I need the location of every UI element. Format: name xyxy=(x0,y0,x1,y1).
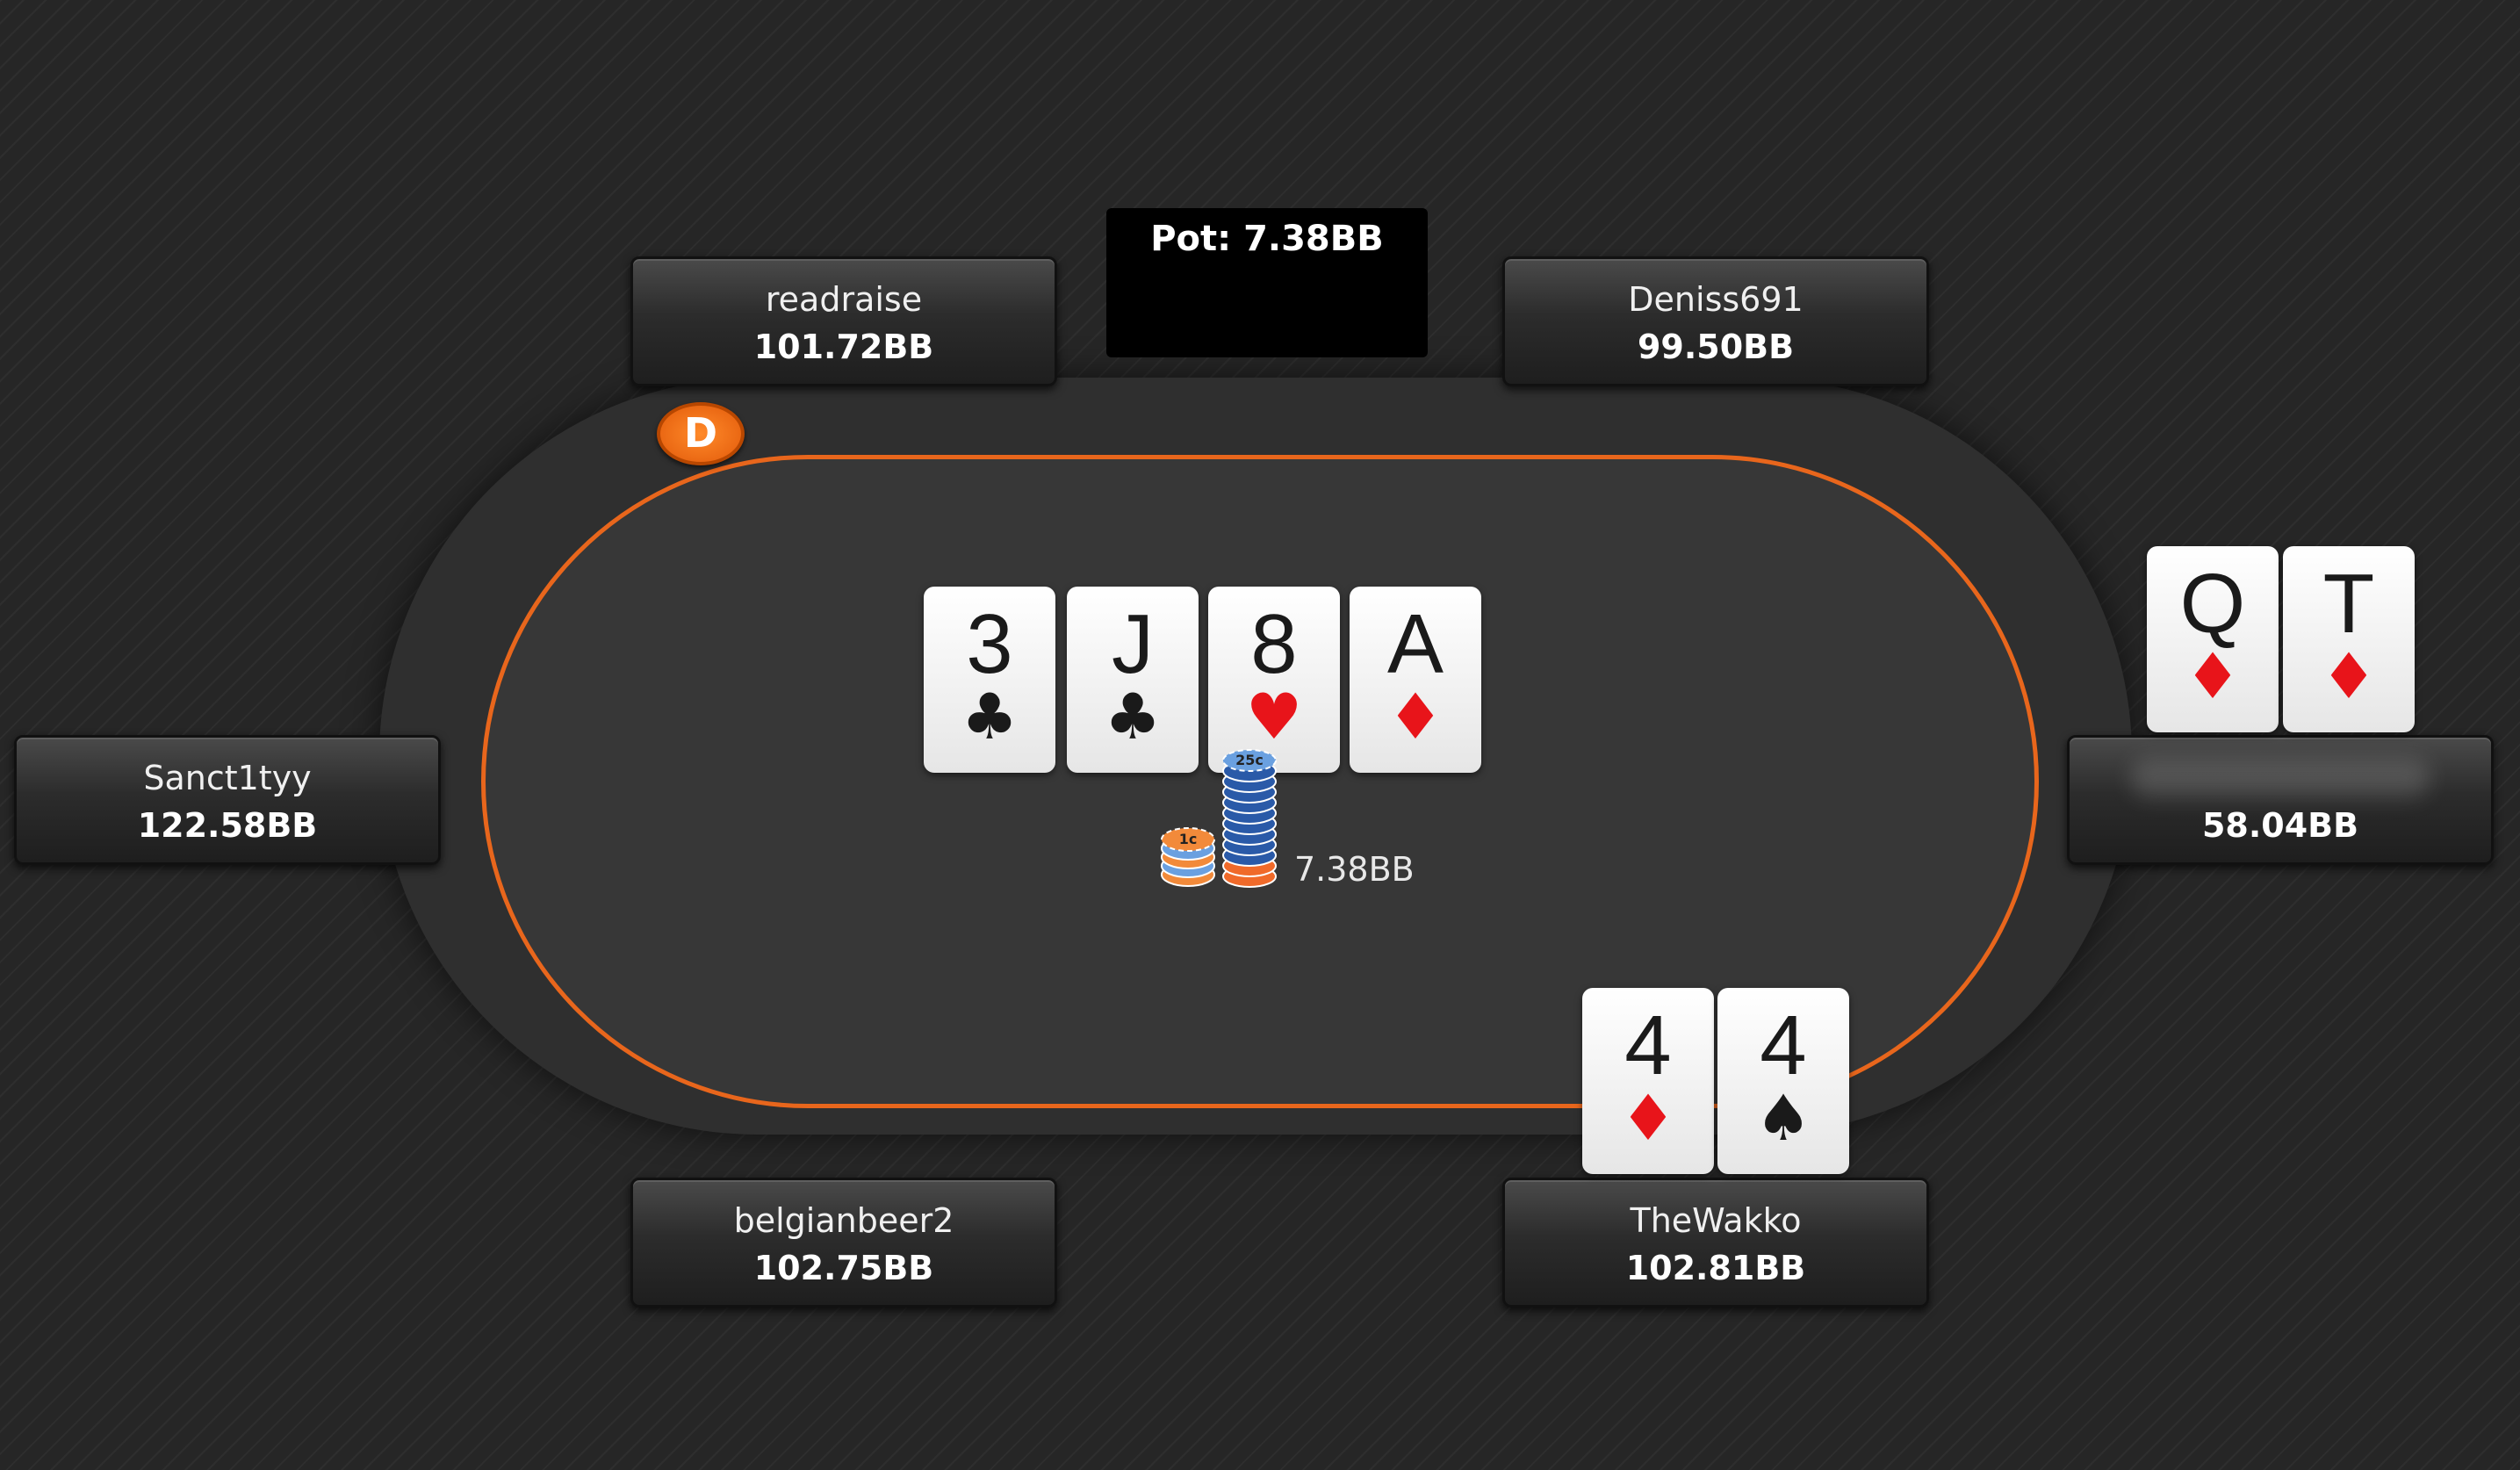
pot-display: Pot: 7.38BB xyxy=(1106,208,1428,357)
player-name: readraise xyxy=(765,280,923,319)
hole-card: 4 ♠ xyxy=(1717,988,1849,1174)
chip-stack-icon: 1c 25c xyxy=(1161,749,1277,888)
player-stack: 102.81BB xyxy=(1625,1249,1806,1287)
diamond-icon: ♦ xyxy=(2184,639,2242,713)
hole-card: 4 ♦ xyxy=(1582,988,1714,1174)
diamond-icon: ♦ xyxy=(1619,1081,1677,1155)
diamond-icon: ♦ xyxy=(1386,680,1444,753)
board-card: 3 ♣ xyxy=(924,587,1055,773)
seat-deniss691[interactable]: Deniss691 99.50BB xyxy=(1502,256,1929,386)
player-name: belgianbeer2 xyxy=(733,1201,954,1240)
dealer-button: D xyxy=(657,402,745,465)
seat-readraise[interactable]: readraise 101.72BB xyxy=(630,256,1057,386)
seat-sanct1tyy[interactable]: Sanct1tyy 122.58BB xyxy=(14,735,441,865)
player-stack: 102.75BB xyxy=(753,1249,934,1287)
chip-label: 1c xyxy=(1179,831,1198,847)
seat-belgianbeer2[interactable]: belgianbeer2 102.75BB xyxy=(630,1178,1057,1308)
card-rank: Q xyxy=(2179,557,2246,651)
diamond-icon: ♦ xyxy=(2320,639,2378,713)
board-card: A ♦ xyxy=(1350,587,1481,773)
bet-amount: 7.38BB xyxy=(1294,850,1415,889)
chip-label: 25c xyxy=(1235,752,1264,768)
card-rank: 4 xyxy=(1624,998,1672,1092)
club-icon: ♣ xyxy=(961,680,1019,753)
card-rank: J xyxy=(1112,597,1154,691)
card-rank: A xyxy=(1386,597,1444,691)
seat-thewakko[interactable]: TheWakko 102.81BB xyxy=(1502,1178,1929,1308)
card-rank: T xyxy=(2322,557,2375,651)
player-name: Deniss691 xyxy=(1628,280,1804,319)
player-name: TheWakko xyxy=(1630,1201,1802,1240)
card-rank: 4 xyxy=(1760,998,1807,1092)
player-name: Sanct1tyy xyxy=(143,759,312,797)
player-stack: 101.72BB xyxy=(753,328,934,366)
player-stack: 122.58BB xyxy=(137,806,318,845)
spade-icon: ♠ xyxy=(1754,1081,1812,1155)
hole-card: T ♦ xyxy=(2283,546,2415,732)
player-name-obscured: hidden xyxy=(2131,759,2430,797)
player-stack: 99.50BB xyxy=(1637,328,1795,366)
card-rank: 8 xyxy=(1250,597,1298,691)
hole-card: Q ♦ xyxy=(2147,546,2279,732)
seat-hero[interactable]: hidden 58.04BB xyxy=(2067,735,2494,865)
card-rank: 3 xyxy=(966,597,1013,691)
player-stack: 58.04BB xyxy=(2201,806,2359,845)
pot-label: Pot: 7.38BB xyxy=(1150,219,1384,259)
